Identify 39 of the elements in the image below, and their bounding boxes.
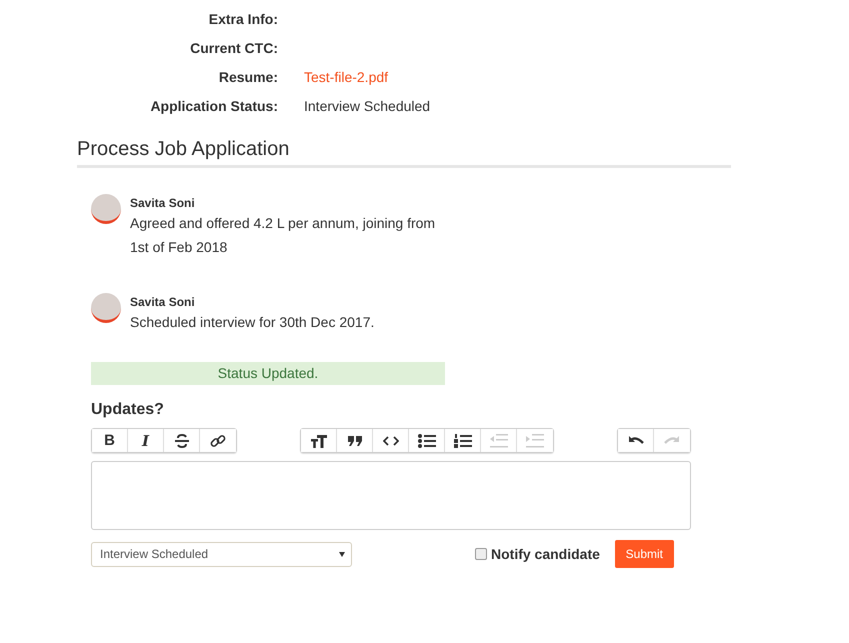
comment-author: Savita Soni <box>130 196 196 210</box>
bold-button[interactable]: B <box>92 429 128 452</box>
status-select[interactable]: Interview Scheduled <box>91 542 352 566</box>
text-size-icon <box>310 434 328 448</box>
field-label: Current CTC: <box>189 40 279 56</box>
redo-icon <box>663 434 681 446</box>
undo-icon <box>626 434 644 446</box>
ol-button[interactable] <box>445 429 481 452</box>
comment-text: Agreed and offered 4.2 L per annum, joining from 1st of Feb 2018 <box>130 214 436 257</box>
comment-text: Scheduled interview for 30th Dec 2017. <box>130 313 376 332</box>
strikethrough-icon <box>174 434 190 448</box>
outdent-icon <box>490 434 508 448</box>
undo-button[interactable] <box>618 429 654 452</box>
avatar <box>91 293 121 323</box>
notify-checkbox[interactable] <box>475 548 487 560</box>
quote-button[interactable] <box>337 429 373 452</box>
quote-icon <box>348 434 362 446</box>
ul-button[interactable] <box>409 429 445 452</box>
link-button[interactable] <box>200 429 236 452</box>
code-icon <box>382 436 398 446</box>
field-value: Interview Scheduled <box>304 98 430 114</box>
notify-label: Notify candidate <box>491 546 600 562</box>
caret-icon <box>339 552 345 556</box>
indent-icon <box>526 434 544 448</box>
link-icon <box>210 432 226 448</box>
field-label: Extra Info: <box>208 10 279 26</box>
field-label: Application Status: <box>149 98 279 114</box>
updates-label: Updates? <box>91 401 165 419</box>
heading-button[interactable] <box>301 429 337 452</box>
strike-button[interactable] <box>164 429 200 452</box>
bullet-list-icon <box>418 434 436 448</box>
avatar <box>91 194 121 224</box>
numbered-list-icon <box>454 434 472 448</box>
code-button[interactable] <box>373 429 409 452</box>
comment-author: Savita Soni <box>130 295 196 309</box>
field-label: Resume: <box>218 68 279 84</box>
italic-button[interactable]: I <box>128 429 164 452</box>
status-alert: Status Updated. <box>91 362 445 385</box>
section-title: Process Job Application <box>77 138 731 168</box>
